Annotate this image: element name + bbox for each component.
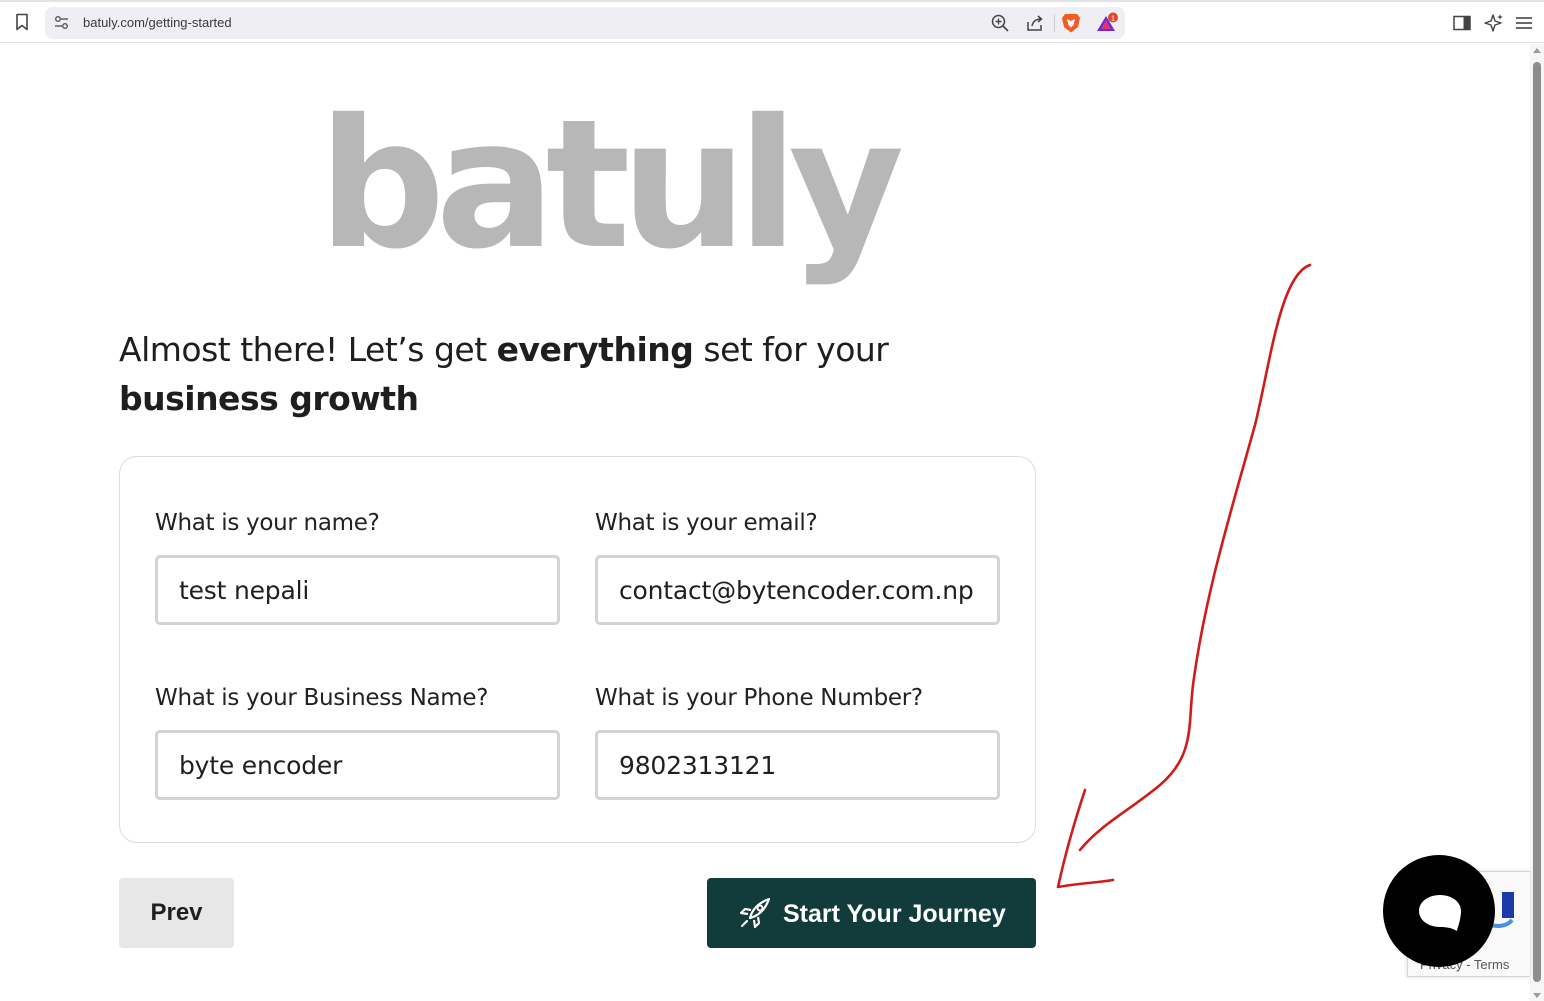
brave-shields-icon[interactable]: [1061, 12, 1081, 34]
red-arrow-annotation: [1056, 263, 1312, 889]
chat-widget-button[interactable]: [1383, 855, 1495, 967]
toolbar-separator: [1054, 14, 1055, 32]
start-journey-button[interactable]: Start Your Journey: [707, 878, 1036, 948]
scroll-up-arrow[interactable]: [1533, 48, 1541, 53]
email-label: What is your email?: [595, 510, 818, 536]
email-input[interactable]: [595, 555, 1000, 625]
business-name-input[interactable]: [155, 730, 560, 800]
page-headline: Almost there! Let’s get everything set f…: [119, 325, 1019, 423]
phone-label: What is your Phone Number?: [595, 685, 923, 711]
start-journey-label: Start Your Journey: [783, 900, 1006, 928]
name-input[interactable]: [155, 555, 560, 625]
bookmark-icon[interactable]: [12, 12, 32, 32]
browser-toolbar: batuly.com/getting-started 1: [0, 0, 1544, 43]
share-icon[interactable]: [1025, 13, 1045, 33]
leo-ai-icon[interactable]: [1484, 13, 1504, 33]
headline-bold-2: business growth: [119, 379, 419, 418]
sidebar-icon[interactable]: [1453, 15, 1471, 31]
name-label: What is your name?: [155, 510, 380, 536]
brave-rewards-icon[interactable]: 1: [1095, 12, 1119, 34]
scrollbar-thumb[interactable]: [1533, 62, 1541, 982]
scroll-down-arrow[interactable]: [1533, 993, 1541, 998]
url-text[interactable]: batuly.com/getting-started: [83, 15, 232, 30]
headline-text-2: set for your: [693, 330, 889, 369]
headline-text-1: Almost there! Let’s get: [119, 330, 497, 369]
rocket-icon: [739, 897, 771, 929]
chat-icon: [1419, 895, 1461, 931]
phone-input[interactable]: [595, 730, 1000, 800]
headline-bold-1: everything: [496, 330, 694, 369]
batuly-logo: batuly: [318, 81, 904, 288]
page-scrollbar[interactable]: [1530, 44, 1544, 1001]
menu-icon[interactable]: [1515, 15, 1533, 31]
address-bar[interactable]: batuly.com/getting-started 1: [45, 7, 1125, 39]
zoom-icon[interactable]: [990, 13, 1010, 33]
rewards-badge: 1: [1111, 13, 1115, 22]
site-settings-icon[interactable]: [53, 14, 71, 32]
business-name-label: What is your Business Name?: [155, 685, 489, 711]
prev-button[interactable]: Prev: [119, 878, 234, 948]
